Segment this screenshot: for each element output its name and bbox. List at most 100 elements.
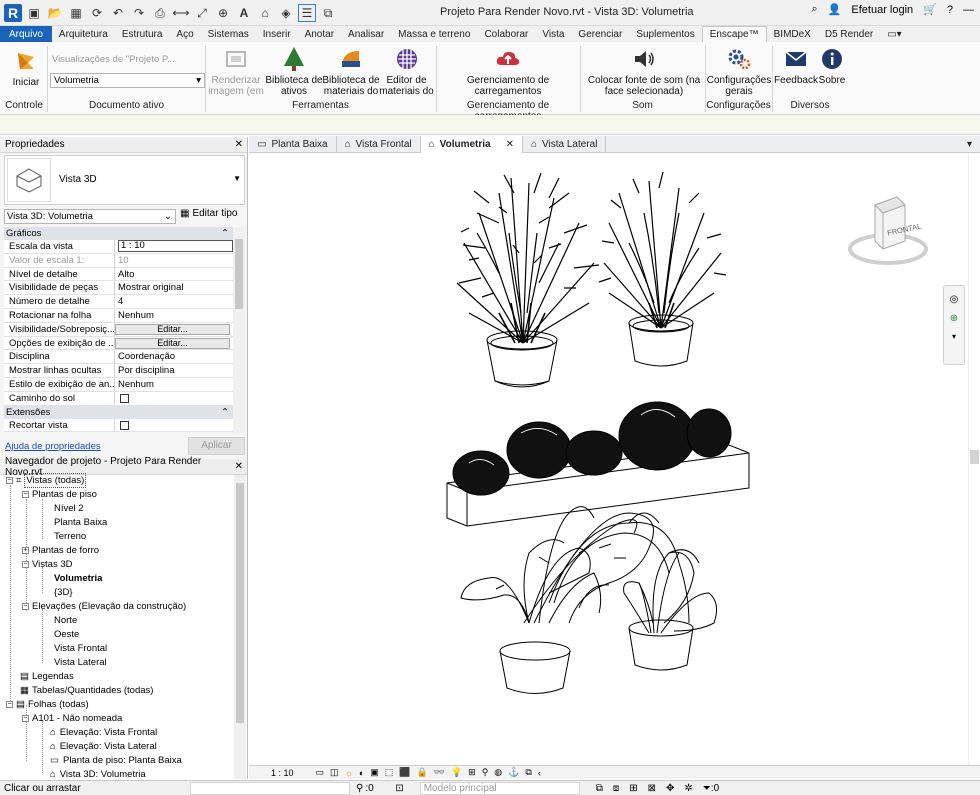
constraints-icon[interactable]: ⚓: [508, 767, 519, 778]
worksharing-icon[interactable]: ⧉: [525, 767, 531, 778]
property-row[interactable]: Visibilidade de peças Mostrar original: [4, 281, 233, 296]
property-value[interactable]: Mostrar original: [115, 281, 233, 294]
properties-help-link[interactable]: Ajuda de propriedades: [5, 441, 101, 452]
tab-massa-terreno[interactable]: Massa e terreno: [391, 26, 477, 42]
tree-item-3d[interactable]: {3D}: [54, 586, 73, 599]
undo-icon[interactable]: ↶: [109, 4, 127, 22]
property-row[interactable]: Opções de exibição de ... Editar...: [4, 336, 233, 351]
canvas-scroll-thumb[interactable]: [970, 450, 979, 464]
tab-aco[interactable]: Aço: [169, 26, 200, 42]
visibility-edit-button[interactable]: Editar...: [115, 323, 230, 335]
display-options-edit-button[interactable]: Editar...: [115, 337, 230, 349]
view-select[interactable]: Volumetria ▾: [50, 73, 205, 88]
property-row[interactable]: Escala da vista 1 : 10: [4, 240, 233, 254]
temporary-properties-icon[interactable]: ⊞: [468, 767, 476, 778]
save-icon[interactable]: ▦: [67, 4, 85, 22]
property-value[interactable]: Nenhum: [115, 378, 233, 391]
crop-icon[interactable]: ⬚: [385, 767, 394, 778]
reveal-hidden-icon[interactable]: 💡: [451, 767, 462, 778]
scale-input[interactable]: 1 : 10: [118, 240, 233, 252]
status-field[interactable]: [190, 781, 350, 795]
tree-item-a101[interactable]: − A101 - Não nomeada: [22, 712, 122, 725]
browser-scrollbar[interactable]: [234, 475, 246, 779]
open-icon[interactable]: 📂: [46, 4, 64, 22]
show-crop-icon[interactable]: ⬛: [399, 767, 410, 778]
property-row[interactable]: Número de detalhe 4: [4, 295, 233, 309]
render-icon[interactable]: ▣: [370, 767, 379, 778]
sun-path-icon[interactable]: ☼: [345, 768, 353, 778]
property-row[interactable]: Nível de detalhe Alto: [4, 267, 233, 282]
property-value[interactable]: Coordenação: [115, 350, 233, 363]
property-row[interactable]: Disciplina Coordenação: [4, 350, 233, 365]
design-option-select[interactable]: Modelo principal: [419, 781, 580, 795]
tree-item-plantas-piso[interactable]: − Plantas de piso: [22, 488, 97, 501]
highlight-icon[interactable]: ◍: [494, 767, 502, 778]
tab-d5-render[interactable]: D5 Render: [818, 26, 880, 42]
tab-estrutura[interactable]: Estrutura: [115, 26, 170, 42]
tree-item-elevacoes[interactable]: − Elevações (Elevação da construção): [22, 600, 186, 613]
tree-item-planta-baixa[interactable]: Planta Baixa: [54, 516, 107, 529]
collapse-icon[interactable]: −: [6, 477, 13, 484]
collapse-icon[interactable]: −: [22, 491, 29, 498]
filter-icon[interactable]: ⊡: [395, 783, 403, 794]
select-underlay-icon[interactable]: ⧈: [613, 783, 619, 794]
tree-item-legendas[interactable]: ▤ Legendas: [20, 670, 74, 683]
property-row[interactable]: Visibilidade/Sobreposiç... Editar...: [4, 322, 233, 337]
tree-item-vistas-3d[interactable]: − Vistas 3D: [22, 558, 72, 571]
tab-anotar[interactable]: Anotar: [298, 26, 341, 42]
property-row[interactable]: Estilo de exibição de an... Nenhum: [4, 377, 233, 392]
revit-logo-icon[interactable]: R: [4, 4, 22, 22]
biblioteca-ativos-button[interactable]: Biblioteca de ativos: [265, 46, 323, 97]
tree-item-volumetria[interactable]: Volumetria: [54, 572, 102, 585]
analytical-model-icon[interactable]: ⚲: [482, 767, 489, 778]
view-tab-vista-lateral[interactable]: ⌂ Vista Lateral: [523, 136, 607, 153]
user-icon[interactable]: 👤: [828, 3, 842, 16]
tree-item-tabelas[interactable]: ▦ Tabelas/Quantidades (todas): [20, 684, 153, 697]
tree-item-terreno[interactable]: Terreno: [54, 530, 86, 543]
editor-materiais-button[interactable]: Editor de materiais do: [379, 46, 434, 97]
tree-item-vista-frontal[interactable]: Vista Frontal: [54, 642, 107, 655]
apply-button[interactable]: Aplicar: [188, 437, 245, 455]
ribbon-options-icon[interactable]: ▭▾: [880, 26, 908, 42]
lock-icon[interactable]: 🔒: [417, 767, 428, 778]
visual-style-icon[interactable]: ◫: [330, 767, 339, 778]
configuracoes-button[interactable]: Configurações gerais: [706, 46, 772, 97]
type-selector[interactable]: Vista 3D ▼: [4, 155, 245, 205]
dimension-icon[interactable]: ⤢: [193, 4, 211, 22]
property-value[interactable]: Nenhum: [115, 309, 233, 322]
property-row[interactable]: Caminho do sol: [4, 391, 233, 406]
close-icon[interactable]: ✕: [506, 139, 514, 150]
tag-icon[interactable]: ⊕: [214, 4, 232, 22]
tab-vista[interactable]: Vista: [535, 26, 571, 42]
tree-item-norte[interactable]: Norte: [54, 614, 77, 627]
print-icon[interactable]: ⎙: [151, 4, 169, 22]
tree-item-elevacao-frontal[interactable]: ⌂ Elevação: Vista Frontal: [50, 726, 157, 739]
zoom-icon[interactable]: ⊕: [950, 313, 958, 324]
tree-item-planta-piso-baixa[interactable]: ▭ Planta de piso: Planta Baixa: [50, 754, 182, 767]
view-scale[interactable]: 1 : 10: [271, 768, 294, 778]
property-value[interactable]: 1 : 10: [115, 240, 233, 253]
properties-scrollbar[interactable]: [233, 227, 245, 433]
tab-gerenciar[interactable]: Gerenciar: [571, 26, 629, 42]
tree-item-oeste[interactable]: Oeste: [54, 628, 79, 641]
tab-sistemas[interactable]: Sistemas: [201, 26, 256, 42]
tree-item-folhas[interactable]: − ▤ Folhas (todas): [6, 698, 89, 711]
tab-arquitetura[interactable]: Arquitetura: [52, 26, 115, 42]
biblioteca-materiais-button[interactable]: Biblioteca de materiais do: [322, 46, 380, 97]
collapse-icon[interactable]: −: [22, 603, 29, 610]
help-icon[interactable]: ?: [947, 4, 953, 16]
sobre-button[interactable]: Sobre: [818, 46, 846, 86]
measure-icon[interactable]: ⟷: [172, 4, 190, 22]
section-icon[interactable]: ◈: [277, 4, 295, 22]
redo-icon[interactable]: ↷: [130, 4, 148, 22]
property-row[interactable]: Mostrar linhas ocultas Por disciplina: [4, 364, 233, 378]
close-icon[interactable]: ✕: [235, 139, 243, 150]
colocar-som-button[interactable]: Colocar fonte de som (na face selecionad…: [586, 46, 702, 97]
background-process-icon[interactable]: ✲: [684, 783, 692, 794]
viewcube[interactable]: FRONTAL: [847, 191, 929, 271]
tree-item-nivel-2[interactable]: Nível 2: [54, 502, 84, 515]
edit-type-button[interactable]: ▦ Editar tipo: [180, 208, 237, 219]
home-icon[interactable]: ▣: [25, 4, 43, 22]
tab-bimdex[interactable]: BIMDeX: [767, 26, 818, 42]
tab-arquivo[interactable]: Arquivo: [0, 26, 52, 42]
